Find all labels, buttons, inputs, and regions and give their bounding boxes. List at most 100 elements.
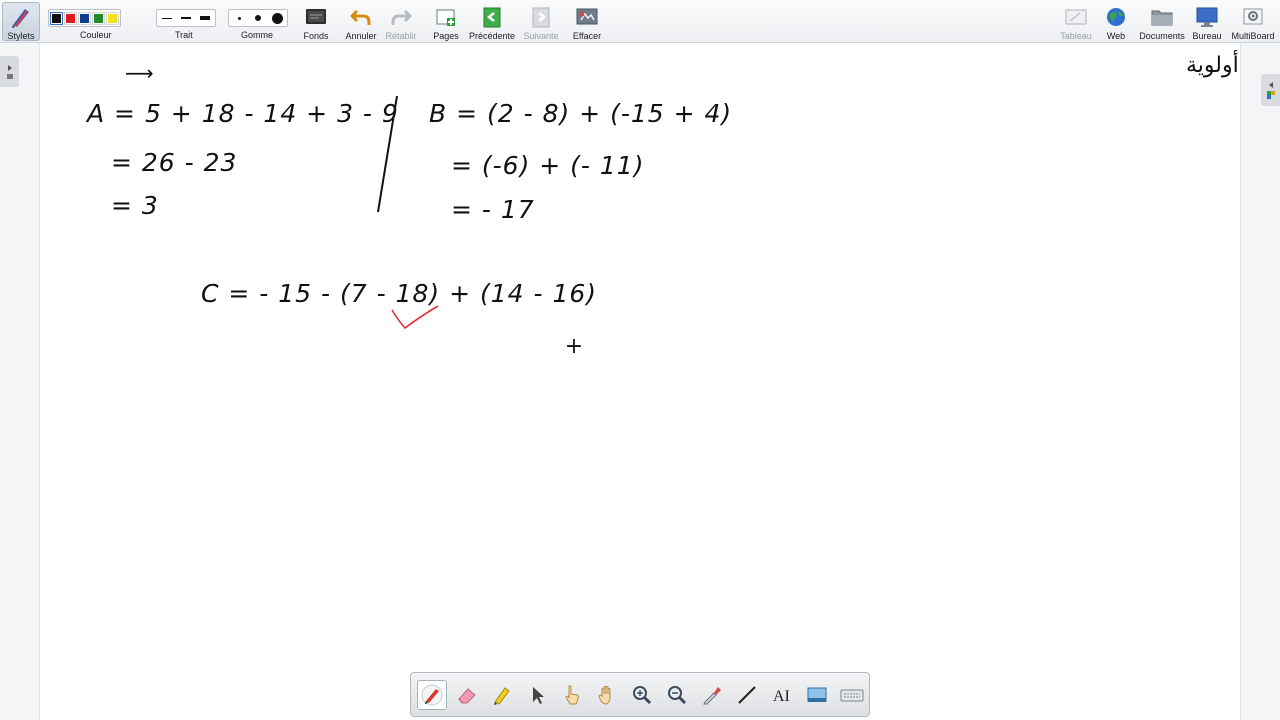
effacer-button[interactable]: Effacer	[570, 0, 604, 43]
documents-label: Documents	[1139, 31, 1185, 41]
right-margin	[1240, 43, 1280, 720]
annuler-label: Annuler	[345, 31, 377, 41]
eraser-small-option[interactable]	[231, 11, 247, 25]
effacer-label: Effacer	[572, 31, 602, 41]
documents-button[interactable]: Documents	[1138, 0, 1186, 43]
precedente-button[interactable]: Précédente	[468, 0, 516, 43]
expand-arrow-icon	[6, 64, 13, 79]
eraser-tool-button[interactable]	[452, 680, 482, 710]
precedente-label: Précédente	[468, 31, 516, 41]
pages-button[interactable]: Pages	[430, 0, 462, 43]
pages-label: Pages	[433, 31, 459, 41]
annuler-button[interactable]: Annuler	[344, 0, 378, 43]
pipette-tool-button[interactable]	[697, 680, 727, 710]
multiboard-button[interactable]: MultiBoard	[1230, 0, 1276, 43]
background-icon	[303, 4, 329, 30]
text-icon: AI	[773, 688, 790, 705]
hand-pointer-icon	[565, 685, 579, 704]
bureau-button[interactable]: Bureau	[1190, 0, 1224, 43]
color-blue-swatch[interactable]	[78, 11, 91, 25]
pan-hand-icon	[598, 685, 611, 705]
gomme-label: Gomme	[241, 30, 274, 40]
collapse-arrow-icon	[1266, 82, 1275, 99]
color-yellow-swatch[interactable]	[106, 11, 119, 25]
board-drawing: ت٧ : انجاز سلسلة عمليات: أولوية / بدون أ…	[85, 50, 1280, 359]
app-window: Stylets Couleur Trait Gomme Fonds Annule…	[0, 0, 1280, 720]
folder-icon	[1149, 4, 1175, 30]
bureau-label: Bureau	[1192, 31, 1222, 41]
tableau-label: Tableau	[1060, 31, 1092, 41]
pointer-tool-button[interactable]	[522, 680, 552, 710]
undo-icon	[348, 4, 374, 30]
retablir-label: Rétablir	[385, 31, 417, 41]
previous-page-icon	[479, 4, 505, 30]
expr-b-line1: B = (2 - 8) + (-15 + 4)	[429, 99, 732, 128]
svg-text:AI: AI	[773, 688, 790, 705]
thick-line-option[interactable]	[197, 11, 213, 25]
eraser-medium-option[interactable]	[250, 11, 266, 25]
eraser-icon	[458, 687, 476, 703]
expr-a-line1: A = 5 + 18 - 14 + 3 - 9	[85, 99, 399, 128]
pointer-icon	[533, 686, 544, 704]
tool-palette: AI	[410, 672, 870, 717]
suivante-label: Suivante	[523, 31, 559, 41]
left-margin	[0, 43, 40, 720]
left-panel-toggle[interactable]	[0, 56, 19, 87]
multiboard-label: MultiBoard	[1231, 31, 1275, 41]
color-black-swatch[interactable]	[50, 11, 63, 25]
fonds-label: Fonds	[303, 31, 329, 41]
right-panel-toggle[interactable]	[1261, 74, 1280, 106]
clear-icon	[574, 4, 600, 30]
color-red-swatch[interactable]	[64, 11, 77, 25]
pipette-icon	[703, 686, 721, 704]
zoom-out-icon	[668, 685, 687, 704]
web-button[interactable]: Web	[1100, 0, 1132, 43]
pen-icon	[421, 684, 443, 705]
fonds-button[interactable]: Fonds	[300, 0, 332, 43]
pan-tool-button[interactable]	[592, 680, 622, 710]
desktop-icon	[1194, 4, 1220, 30]
next-page-icon	[528, 4, 554, 30]
text-tool-button[interactable]: AI	[767, 680, 797, 710]
medium-line-option[interactable]	[178, 11, 194, 25]
expr-b-line3: = - 17	[451, 195, 535, 224]
line-icon	[738, 685, 756, 704]
expr-b-line2: = (-6) + (- 11)	[451, 151, 644, 180]
expr-a-line3: = 3	[111, 191, 159, 220]
color-green-swatch[interactable]	[92, 11, 105, 25]
tableau-button[interactable]: Tableau	[1058, 0, 1094, 43]
zoom-in-tool-button[interactable]	[627, 680, 657, 710]
cursor-plus: +	[565, 334, 583, 359]
thin-line-option[interactable]	[159, 11, 175, 25]
color-swatches	[48, 9, 121, 27]
red-checkmark	[391, 305, 439, 330]
eraser-size-options	[228, 9, 288, 27]
whiteboard-canvas[interactable]: ت٧ : انجاز سلسلة عمليات: أولوية / بدون أ…	[41, 44, 1280, 720]
eraser-large-option[interactable]	[269, 11, 285, 25]
web-label: Web	[1106, 31, 1126, 41]
top-toolbar: Stylets Couleur Trait Gomme Fonds Annule…	[0, 0, 1280, 43]
stylets-label: Stylets	[7, 31, 35, 41]
gear-icon	[1240, 4, 1266, 30]
redo-icon	[388, 4, 414, 30]
pen-tool-button[interactable]	[417, 679, 447, 710]
zoom-in-icon	[633, 685, 652, 704]
zoom-out-tool-button[interactable]	[662, 680, 692, 710]
trait-label: Trait	[175, 30, 193, 40]
line-width-options	[156, 9, 216, 27]
board-heading: ت٧ : انجاز سلسلة عمليات: أولوية / بدون أ…	[1186, 50, 1239, 78]
globe-icon	[1103, 4, 1129, 30]
hand-pointer-tool-button[interactable]	[557, 680, 587, 710]
suivante-button[interactable]: Suivante	[522, 0, 560, 43]
screen-capture-icon	[807, 687, 827, 702]
retablir-button[interactable]: Rétablir	[384, 0, 418, 43]
board-arrow: ⟶	[125, 61, 154, 85]
keyboard-icon	[840, 689, 864, 701]
line-tool-button[interactable]	[732, 680, 762, 710]
couleur-label: Couleur	[80, 30, 112, 40]
screen-capture-tool-button[interactable]	[802, 680, 832, 710]
stylets-button[interactable]: Stylets	[4, 0, 38, 43]
keyboard-tool-button[interactable]	[837, 680, 867, 710]
highlighter-tool-button[interactable]	[487, 680, 517, 710]
expr-c-line1: C = - 15 - (7 - 18) + (14 - 16)	[201, 279, 597, 308]
